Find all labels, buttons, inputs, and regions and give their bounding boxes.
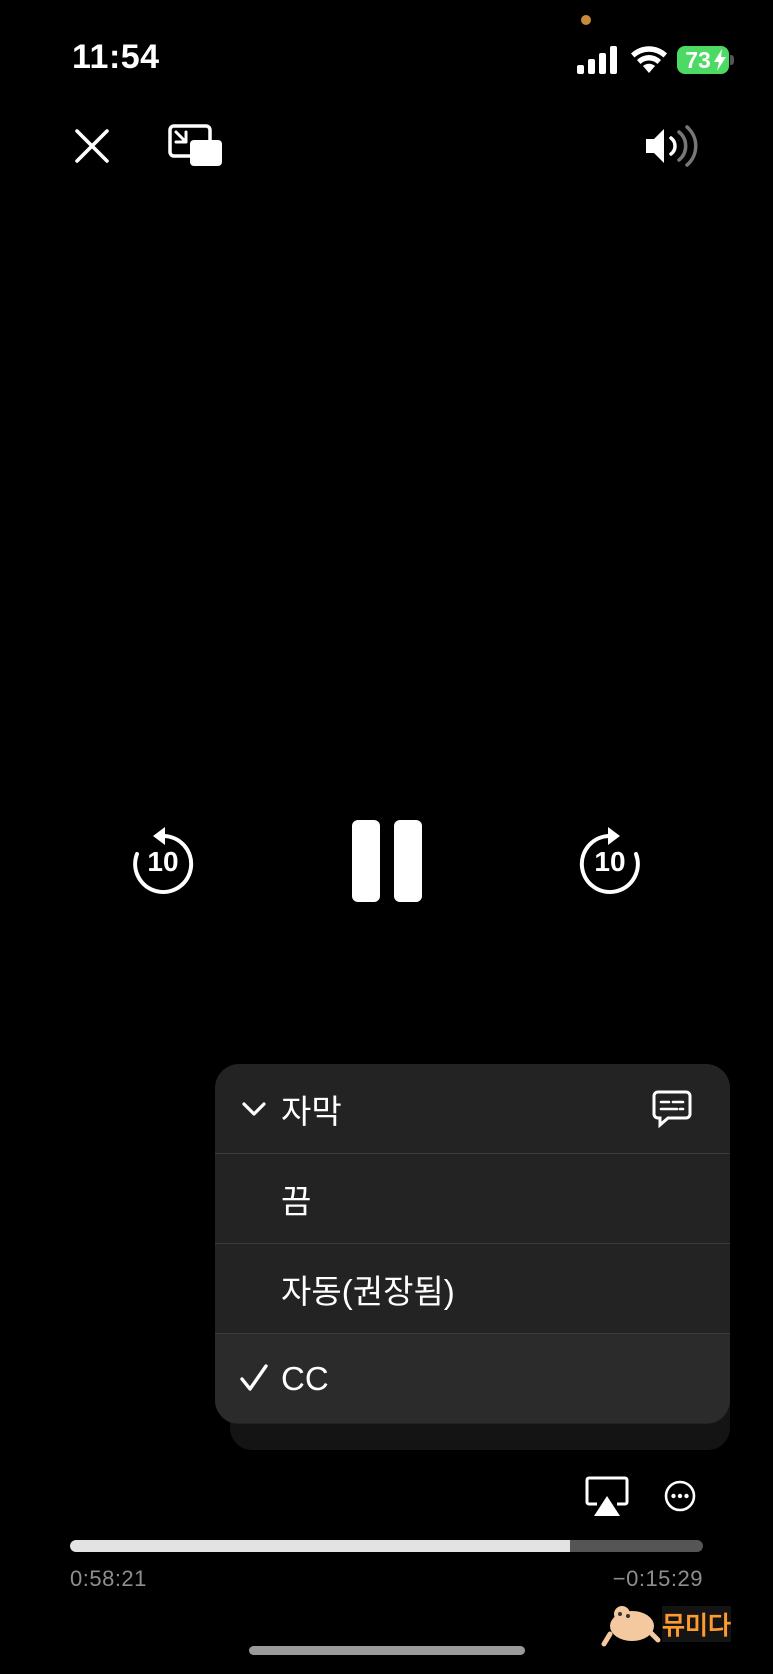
subtitle-option-label: 자동(권장됨) [281,1272,455,1310]
xmark-icon [75,129,109,163]
video-player-screen: 11:54 73 10 10 자막 끔 자동(권장됨) CC 0:58:21 −… [0,0,773,1674]
charging-bolt-icon [714,49,726,71]
playback-progress-fill [70,1540,571,1552]
subtitles-menu-header[interactable]: 자막 [215,1064,730,1153]
subtitles-menu: 자막 끔 자동(권장됨) CC [215,1064,730,1424]
more-options-button[interactable] [664,1480,696,1512]
subtitle-option-label: CC [281,1359,329,1397]
elapsed-time: 0:58:21 [70,1566,147,1591]
picture-in-picture-icon [168,124,222,166]
pause-button[interactable] [350,820,424,902]
checkmark-icon [240,1364,268,1391]
pause-icon-bar-right [394,820,422,902]
battery-level: 73 [685,46,711,73]
subtitle-option-cc[interactable]: CC [215,1333,730,1423]
privacy-indicator-dot [581,15,591,25]
skip-back-seconds: 10 [147,846,179,877]
home-indicator[interactable] [249,1646,525,1655]
wifi-icon [631,46,667,73]
skip-back-button[interactable]: 10 [130,826,196,898]
airplay-icon [585,1476,629,1516]
ellipsis-circle-icon [664,1480,696,1512]
subtitle-option-off[interactable]: 끔 [215,1153,730,1243]
subtitle-option-auto[interactable]: 자동(권장됨) [215,1243,730,1333]
watermark-text: 뮤미다 [662,1606,732,1642]
airplay-button[interactable] [585,1476,629,1518]
playback-scrubber[interactable] [70,1540,703,1552]
battery-tip [730,55,734,65]
pause-icon-bar-left [352,820,380,902]
skip-forward-button[interactable]: 10 [577,826,643,898]
subtitle-option-label: 끔 [281,1182,312,1220]
chevron-down-icon [242,1102,266,1116]
speaker-wave-icon [646,125,698,167]
remaining-time: −0:15:29 [612,1566,703,1591]
subtitles-bubble-icon [652,1090,692,1128]
close-button[interactable] [66,120,118,172]
volume-button[interactable] [642,120,706,172]
picture-in-picture-button[interactable] [166,122,226,170]
subtitles-menu-title: 자막 [281,1092,342,1130]
skip-forward-seconds: 10 [594,846,626,877]
status-time: 11:54 [72,38,160,76]
cellular-signal-icon [577,46,617,74]
